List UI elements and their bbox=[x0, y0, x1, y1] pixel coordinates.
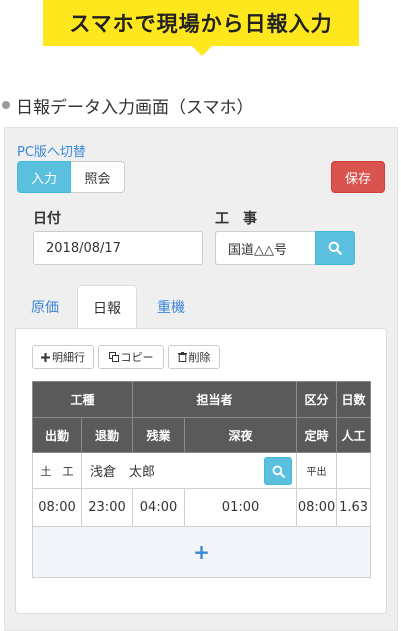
cell-kind[interactable]: 土 工 bbox=[32, 452, 82, 489]
delete-label: 削除 bbox=[188, 351, 211, 364]
cell-days[interactable] bbox=[336, 452, 372, 489]
date-input[interactable]: 2018/08/17 bbox=[33, 231, 203, 265]
inquiry-mode-button[interactable]: 照会 bbox=[71, 161, 125, 193]
tab-heavy-equipment[interactable]: 重機 bbox=[143, 285, 199, 329]
table-row: 土 工 浅倉 太郎 平出 bbox=[32, 452, 372, 489]
daily-report-tab-content: 明細行 コピー 削除 工種 担当者 区分 日数 出勤 退勤 残業 深夜 定時 人… bbox=[15, 328, 387, 614]
section-heading: 日報データ入力画面（スマホ） bbox=[0, 94, 254, 118]
header-night: 深夜 bbox=[184, 417, 298, 453]
add-row-button[interactable]: 明細行 bbox=[32, 345, 94, 369]
input-mode-button[interactable]: 入力 bbox=[17, 161, 71, 193]
header-leave: 退勤 bbox=[80, 417, 134, 453]
cell-start[interactable]: 08:00 bbox=[32, 488, 82, 527]
header-days: 日数 bbox=[336, 381, 372, 418]
site-input[interactable]: 国道△△号 bbox=[215, 231, 317, 265]
site-search-button[interactable] bbox=[315, 231, 355, 265]
copy-button[interactable]: コピー bbox=[98, 345, 164, 369]
header-start: 出勤 bbox=[32, 417, 82, 453]
person-search-button[interactable] bbox=[264, 457, 293, 485]
header-row-2: 出勤 退勤 残業 深夜 定時 人工 bbox=[32, 417, 372, 453]
work-detail-grid: 工種 担当者 区分 日数 出勤 退勤 残業 深夜 定時 人工 土 工 浅倉 太郎 bbox=[31, 381, 372, 578]
copy-icon bbox=[108, 352, 119, 362]
search-icon bbox=[328, 241, 342, 255]
add-row: + bbox=[31, 526, 372, 578]
delete-button[interactable]: 削除 bbox=[168, 345, 220, 369]
cell-division[interactable]: 平出 bbox=[296, 452, 338, 489]
header-division: 区分 bbox=[296, 381, 338, 418]
site-label: 工 事 bbox=[215, 211, 257, 227]
cell-regular[interactable]: 08:00 bbox=[296, 488, 338, 527]
header-labor: 人工 bbox=[336, 417, 372, 453]
promo-banner: スマホで現場から日報入力 bbox=[43, 0, 359, 46]
bullet-icon bbox=[2, 101, 10, 109]
plus-icon bbox=[41, 352, 50, 362]
plus-icon: + bbox=[193, 540, 210, 564]
save-button[interactable]: 保存 bbox=[331, 161, 385, 193]
header-regular: 定時 bbox=[296, 417, 338, 453]
search-icon bbox=[272, 465, 285, 478]
mode-toggle: 入力 照会 bbox=[17, 161, 125, 193]
cell-person[interactable]: 浅倉 太郎 bbox=[80, 452, 298, 489]
pc-version-link[interactable]: PC版へ切替 bbox=[17, 141, 86, 160]
tab-daily-report[interactable]: 日報 bbox=[77, 285, 137, 330]
banner-pointer bbox=[192, 46, 212, 56]
header-overtime: 残業 bbox=[132, 417, 186, 453]
section-title-text: 日報データ入力画面（スマホ） bbox=[16, 97, 254, 118]
header-person: 担当者 bbox=[132, 381, 298, 418]
header-row-1: 工種 担当者 区分 日数 bbox=[31, 381, 372, 418]
tab-cost[interactable]: 原価 bbox=[17, 285, 73, 329]
cell-night[interactable]: 01:00 bbox=[184, 488, 298, 527]
daily-report-panel: PC版へ切替 入力 照会 保存 日付 工 事 2018/08/17 国道△△号 … bbox=[4, 127, 398, 631]
copy-label: コピー bbox=[120, 351, 154, 364]
add-detail-row-button[interactable]: + bbox=[31, 526, 372, 578]
add-row-label: 明細行 bbox=[52, 351, 85, 364]
cell-overtime[interactable]: 04:00 bbox=[132, 488, 186, 527]
cell-labor[interactable]: 1.63 bbox=[336, 488, 372, 527]
date-label: 日付 bbox=[33, 211, 61, 227]
trash-icon bbox=[177, 352, 187, 362]
cell-leave[interactable]: 23:00 bbox=[80, 488, 134, 527]
person-name: 浅倉 太郎 bbox=[90, 465, 156, 480]
detail-tabs: 原価 日報 重機 bbox=[5, 285, 397, 330]
banner-title: スマホで現場から日報入力 bbox=[69, 12, 333, 36]
table-row: 08:00 23:00 04:00 01:00 08:00 1.63 bbox=[32, 488, 372, 527]
header-kind: 工種 bbox=[31, 381, 134, 418]
